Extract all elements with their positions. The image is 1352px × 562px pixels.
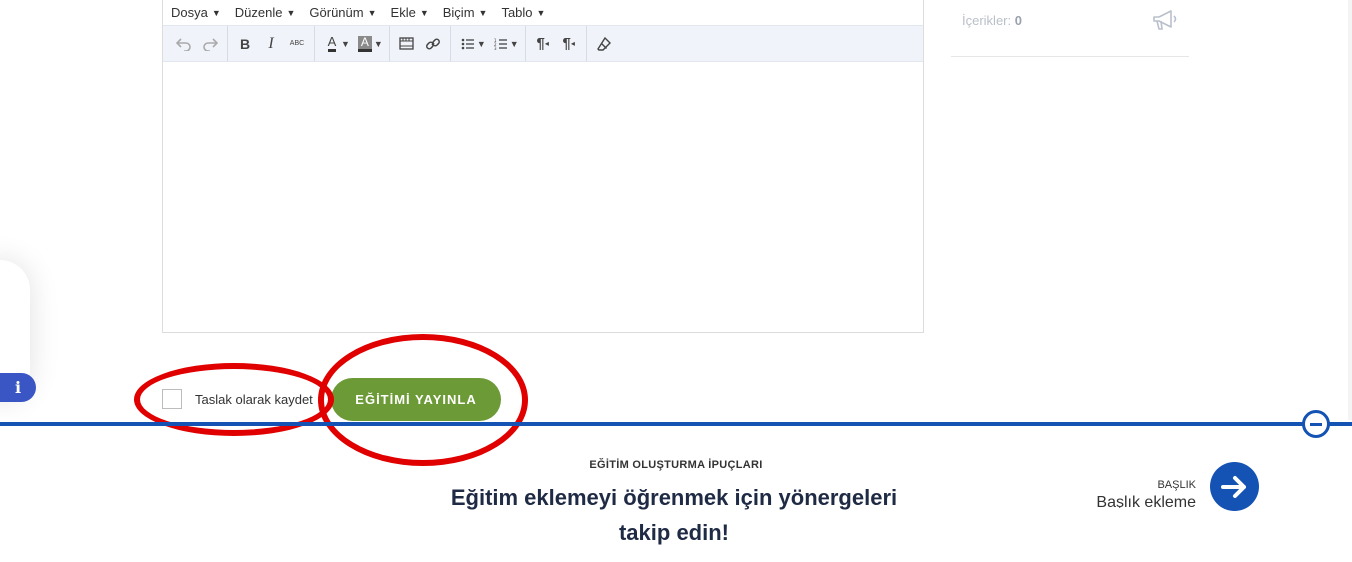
redo-icon[interactable] — [197, 31, 223, 57]
rtl-icon[interactable]: ¶ ◂ — [556, 31, 582, 57]
caret-down-icon[interactable]: ▼ — [341, 39, 350, 49]
megaphone-icon — [1151, 8, 1179, 37]
menu-label: Görünüm — [309, 5, 364, 20]
editor-menubar: Dosya ▼ Düzenle ▼ Görünüm ▼ Ekle ▼ Biçim ▼ Ta… — [163, 0, 923, 25]
text-color-glyph: A — [327, 35, 337, 52]
italic-glyph: I — [268, 34, 274, 52]
caret-down-icon: ▼ — [536, 7, 546, 18]
menu-label: Dosya — [171, 5, 208, 20]
color-group: A ▼ A ▼ — [315, 26, 390, 61]
menu-bicim[interactable]: Biçim ▼ — [443, 5, 488, 20]
editor-content-area[interactable] — [163, 63, 923, 332]
content-stats-panel: İçerikler: 0 — [951, 0, 1189, 57]
annotation-circle-publish — [318, 334, 528, 466]
content-count-value: 0 — [1014, 13, 1022, 28]
insert-group — [390, 26, 451, 61]
media-icon[interactable] — [394, 31, 420, 57]
caret-down-icon[interactable]: ▼ — [477, 39, 486, 49]
italic-icon[interactable]: I — [258, 31, 284, 57]
editor-toolbar: B I ABC A ▼ A ▼ ▼ 123 ▼ ¶ ◂ ¶ ◂ — [163, 25, 923, 62]
content-count-label: İçerikler: — [962, 13, 1012, 28]
step-value: Başlık ekleme — [1096, 494, 1196, 508]
menu-duzenle[interactable]: Düzenle ▼ — [235, 5, 296, 20]
menu-label: Düzenle — [234, 5, 283, 20]
menu-tablo[interactable]: Tablo ▼ — [501, 5, 545, 20]
menu-gorunum[interactable]: Görünüm ▼ — [309, 5, 376, 20]
next-step-button[interactable] — [1210, 462, 1259, 511]
menu-label: Ekle — [390, 5, 416, 20]
strike-glyph: ABC — [289, 40, 305, 47]
undo-icon[interactable] — [171, 31, 197, 57]
bold-icon[interactable]: B — [232, 31, 258, 57]
svg-text:3: 3 — [494, 46, 497, 50]
caret-down-icon: ▼ — [478, 7, 488, 18]
list-group: ▼ 123 ▼ — [451, 26, 526, 61]
scrollbar[interactable] — [1348, 0, 1352, 420]
direction-group: ¶ ◂ ¶ ◂ — [526, 26, 587, 61]
caret-down-icon[interactable]: ▼ — [510, 39, 519, 49]
menu-dosya[interactable]: Dosya ▼ — [171, 5, 221, 20]
caret-down-icon[interactable]: ▼ — [374, 39, 383, 49]
caret-down-icon: ▼ — [367, 7, 377, 18]
menu-label: Biçim — [442, 5, 475, 20]
strikethrough-icon[interactable]: ABC — [284, 31, 310, 57]
menu-ekle[interactable]: Ekle ▼ — [391, 5, 429, 20]
caret-down-icon: ▼ — [419, 7, 429, 18]
info-icon[interactable]: i — [0, 373, 36, 402]
clear-format-icon[interactable] — [591, 31, 617, 57]
format-group: B I ABC — [228, 26, 315, 61]
tips-text: Eğitim eklemeyi öğrenmek için yönergeler… — [450, 485, 898, 545]
collapse-icon[interactable] — [1302, 410, 1330, 438]
bg-color-glyph: A — [357, 35, 372, 52]
arrow-right-icon — [1220, 475, 1246, 498]
menu-label: Tablo — [501, 5, 533, 20]
step-label: BAŞLIK — [1157, 479, 1196, 491]
caret-down-icon: ▼ — [211, 7, 221, 18]
ltr-icon[interactable]: ¶ ◂ — [530, 31, 556, 57]
history-group — [167, 26, 228, 61]
caret-down-icon: ▼ — [286, 7, 296, 18]
rich-text-editor: Dosya ▼ Düzenle ▼ Görünüm ▼ Ekle ▼ Biçim ▼ Ta… — [162, 0, 924, 333]
clear-group — [587, 26, 621, 61]
tips-divider — [0, 422, 1352, 426]
link-icon[interactable] — [420, 31, 446, 57]
tips-title: EĞİTİM OLUŞTURMA İPUÇLARI — [589, 459, 763, 471]
content-count: İçerikler: 0 — [962, 13, 1022, 28]
bold-glyph: B — [239, 35, 251, 52]
